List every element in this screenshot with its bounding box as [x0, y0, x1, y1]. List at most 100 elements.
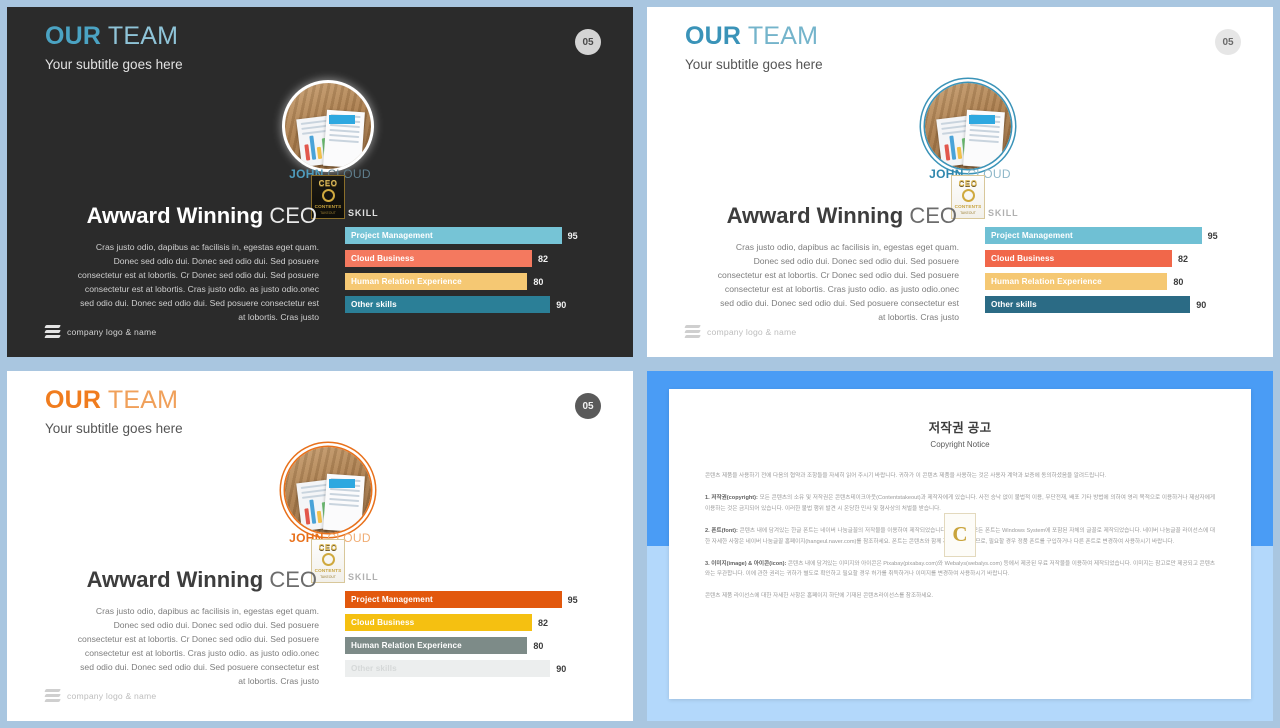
page-number-badge: 05: [575, 393, 601, 419]
slide-teal[interactable]: OUR TEAM Your subtitle goes here 05 JOHN…: [640, 0, 1280, 364]
copyright-subtitle: Copyright Notice: [930, 440, 990, 449]
skill-name: Other skills: [991, 300, 1037, 309]
skill-bar: Other skills: [985, 296, 1191, 313]
skill-value: 95: [567, 230, 578, 241]
skill-value: 82: [537, 253, 548, 264]
page-title: OUR TEAM: [45, 386, 183, 415]
skill-row: Human Relation Experience 80: [985, 273, 1235, 290]
slide-dark[interactable]: OUR TEAM Your subtitle goes here 05 JOHN…: [0, 0, 640, 364]
copyright-paragraph: 콘텐츠 제품을 사용하기 전에 다음의 협약과 조항들을 자세히 읽어 주시기 …: [705, 473, 1107, 479]
avatar-chart-bar: [956, 146, 963, 160]
avatar: [285, 83, 375, 169]
skill-bar: Project Management: [985, 227, 1202, 244]
skill-bar: Human Relation Experience: [345, 637, 528, 654]
slide-copyright[interactable]: 저작권 공고 Copyright Notice 콘텐츠 제품을 사용하기 전에 …: [640, 364, 1280, 728]
skill-name: Cloud Business: [991, 254, 1055, 263]
avatar: [285, 447, 375, 533]
page-subtitle: Your subtitle goes here: [685, 56, 823, 72]
ceo-badge-line1: CONTENTS: [954, 204, 982, 209]
slide-header: OUR TEAM Your subtitle goes here: [45, 22, 183, 72]
slide-orange[interactable]: OUR TEAM Your subtitle goes here 05 JOHN…: [0, 364, 640, 728]
title-light: TEAM: [107, 22, 179, 50]
avatar-chart-bar: [309, 135, 317, 160]
skill-row: Cloud Business 82: [345, 250, 595, 267]
ceo-badge-label: CEO: [958, 179, 978, 188]
headline: Awward Winning CEO: [687, 203, 957, 228]
copyright-paragraph: 콘텐츠 제품 라이선스에 대한 자세한 사항은 홈페이지 하단에 기재된 콘텐츠…: [705, 593, 934, 600]
copyright-card: 저작권 공고 Copyright Notice 콘텐츠 제품을 사용하기 전에 …: [669, 389, 1251, 699]
company-logo-icon: [44, 688, 61, 703]
avatar-chart-bar: [949, 135, 957, 160]
skill-bar: Human Relation Experience: [345, 273, 528, 290]
skill-value: 90: [556, 299, 567, 310]
skill-bar: Cloud Business: [985, 250, 1172, 267]
page-title: OUR TEAM: [45, 22, 183, 51]
headline-bold: Awward Winning: [726, 203, 904, 228]
skill-value: 90: [1196, 299, 1207, 310]
skill-row: Cloud Business 82: [345, 614, 595, 631]
skill-row: Other skills 90: [345, 296, 595, 313]
ceo-badge-line2: TAKEOUT: [320, 211, 336, 215]
skill-value: 80: [1173, 276, 1184, 287]
title-light: TEAM: [107, 386, 179, 414]
body-paragraph: Cras justo odio, dapibus ac facilisis in…: [77, 242, 319, 322]
headline-light: CEO: [909, 203, 957, 228]
skill-row: Human Relation Experience 80: [345, 273, 595, 290]
avatar-chart-bar: [304, 144, 311, 161]
ceo-badge-label: CEO: [318, 179, 338, 188]
skill-bar: Project Management: [345, 591, 562, 608]
ceo-badge-ring: [321, 553, 335, 566]
skill-section-label: SKILL: [988, 208, 1019, 218]
skill-bar: Other skills: [345, 660, 551, 677]
skill-row: Project Management 95: [345, 227, 595, 244]
title-light: TEAM: [747, 22, 819, 50]
title-bold: OUR: [45, 386, 102, 414]
avatar-chart-bar: [944, 144, 951, 161]
footer: company logo & name: [44, 324, 156, 339]
skill-row: Other skills 90: [985, 296, 1235, 313]
title-bold: OUR: [685, 22, 742, 50]
headline: Awward Winning CEO: [47, 567, 317, 592]
skill-section-label: SKILL: [348, 208, 379, 218]
skill-name: Project Management: [351, 231, 433, 240]
headline-light: CEO: [269, 203, 317, 228]
ceo-badge-line2: TAKEOUT: [320, 575, 336, 579]
skill-row: Cloud Business 82: [985, 250, 1235, 267]
ceo-badge-label: CEO: [318, 543, 338, 552]
slide-header: OUR TEAM Your subtitle goes here: [685, 22, 823, 72]
skill-bar: Human Relation Experience: [985, 273, 1168, 290]
skill-name: Other skills: [351, 300, 397, 309]
skill-row: Project Management 95: [345, 591, 595, 608]
skill-row: Human Relation Experience 80: [345, 637, 595, 654]
skill-name: Project Management: [351, 595, 433, 604]
skill-row: Project Management 95: [985, 227, 1235, 244]
avatar-highlight-chip: [329, 115, 355, 124]
page-subtitle: Your subtitle goes here: [45, 420, 183, 436]
ceo-badge-line1: CONTENTS: [314, 204, 342, 209]
skill-value: 90: [556, 663, 567, 674]
avatar-chart-bar: [304, 508, 311, 525]
headline-bold: Awward Winning: [86, 567, 264, 592]
copyright-watermark-badge: C: [944, 512, 976, 557]
page-subtitle: Your subtitle goes here: [45, 56, 183, 72]
skill-name: Cloud Business: [351, 618, 415, 627]
skill-name: Project Management: [991, 231, 1073, 240]
copyright-watermark-glyph: C: [952, 522, 968, 547]
company-logo-icon: [44, 324, 61, 339]
ceo-badge-ring: [321, 189, 335, 202]
headline-light: CEO: [269, 567, 317, 592]
footer: company logo & name: [44, 688, 156, 703]
skill-bar: Cloud Business: [345, 614, 532, 631]
copyright-paragraph: 3. 이미지(image) & 아이콘(icon): 콘텐츠 내에 담겨있는 이…: [705, 560, 1215, 578]
avatar-highlight-chip: [329, 479, 355, 488]
skill-chart: Project Management 95 Cloud Business 82 Huma…: [345, 591, 595, 683]
headline-bold: Awward Winning: [86, 203, 264, 228]
skill-bar: Project Management: [345, 227, 562, 244]
skill-bar: Cloud Business: [345, 250, 532, 267]
skill-value: 82: [537, 617, 548, 628]
company-logo-icon: [684, 324, 701, 339]
skill-value: 80: [533, 276, 544, 287]
page-number-badge: 05: [1215, 29, 1241, 55]
avatar-photo: [925, 83, 1011, 169]
skill-name: Human Relation Experience: [991, 277, 1102, 286]
